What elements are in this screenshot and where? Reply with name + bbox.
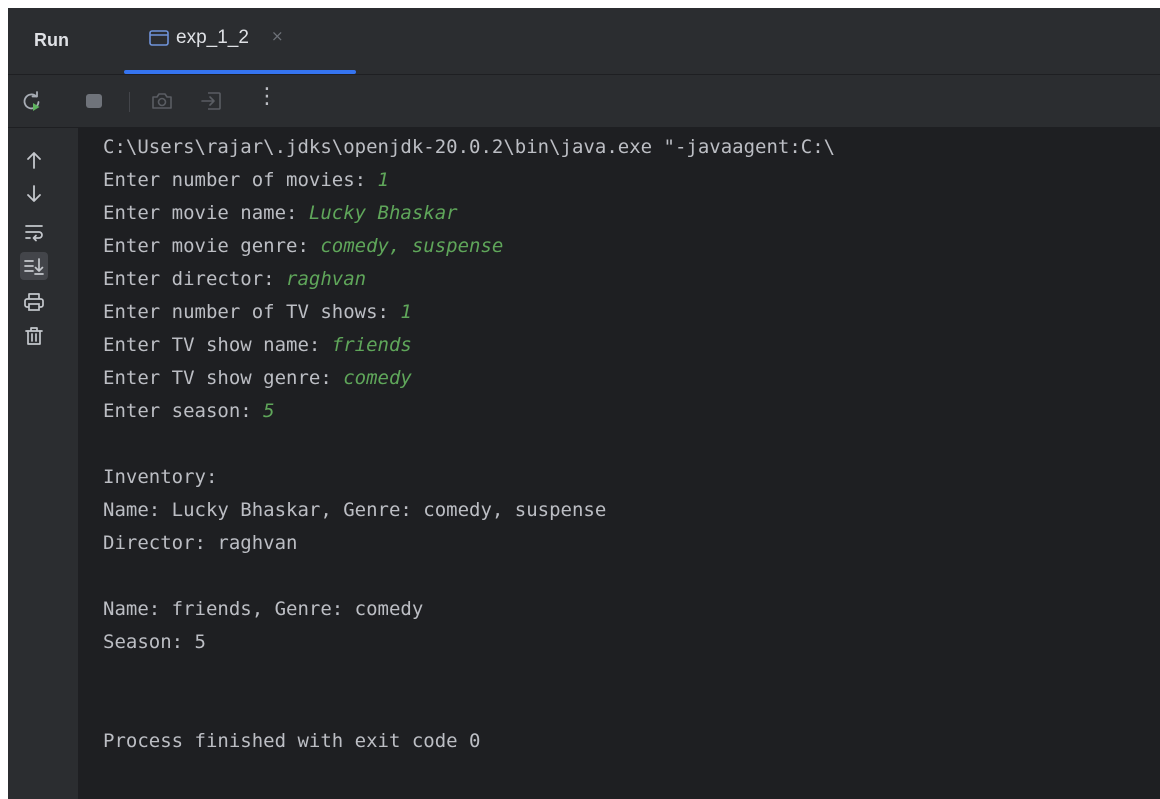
tab-label: exp_1_2 <box>176 27 249 48</box>
season-output-line: Season: 5 <box>103 631 206 653</box>
user-input-text: Lucky Bhaskar <box>308 202 458 224</box>
screenshot-icon[interactable] <box>148 87 176 115</box>
exit-status-line: Process finished with exit code 0 <box>103 730 481 752</box>
run-toolbar: ⋮ <box>8 75 1160 127</box>
console-line: Enter number of movies: 1 <box>103 164 389 197</box>
prompt-text: Enter season: <box>103 400 264 422</box>
user-input-text: 5 <box>263 400 275 422</box>
prompt-text: Enter number of movies: <box>103 169 378 191</box>
user-input-text: friends <box>331 334 412 356</box>
scroll-to-end-icon[interactable] <box>20 252 48 280</box>
active-tab-indicator <box>124 70 356 74</box>
run-tool-window-title: Run <box>34 30 69 50</box>
console-line: Enter director: raghvan <box>103 263 366 296</box>
close-icon[interactable]: × <box>271 27 284 45</box>
toolbar-divider <box>129 92 130 112</box>
user-input-text: raghvan <box>286 268 367 290</box>
console-line: Enter number of TV shows: 1 <box>103 296 412 329</box>
tv-show-output-line: Name: friends, Genre: comedy <box>103 598 424 620</box>
prompt-text: Enter number of TV shows: <box>103 301 401 323</box>
console-side-toolbar <box>8 128 78 799</box>
prompt-text: Enter TV show genre: <box>103 367 344 389</box>
print-icon[interactable] <box>20 288 48 316</box>
run-tool-window: Run exp_1_2 × ⋮ C:\Users\rajar\.jdks\ope… <box>8 8 1160 799</box>
user-input-text: comedy <box>343 367 412 389</box>
run-tab-bar: Run exp_1_2 × <box>8 8 1160 75</box>
console-output[interactable]: C:\Users\rajar\.jdks\openjdk-20.0.2\bin\… <box>78 128 1160 799</box>
tab-exp-1-2[interactable]: exp_1_2 × <box>124 8 356 74</box>
console-window-icon <box>149 30 169 46</box>
up-arrow-icon[interactable] <box>20 146 48 174</box>
user-input-text: 1 <box>377 169 389 191</box>
prompt-text: Enter movie name: <box>103 202 309 224</box>
console-line: Enter TV show genre: comedy <box>103 362 412 395</box>
prompt-text: Enter TV show name: <box>103 334 332 356</box>
restore-layout-icon[interactable] <box>198 87 226 115</box>
director-output-line: Director: raghvan <box>103 532 298 554</box>
command-line: C:\Users\rajar\.jdks\openjdk-20.0.2\bin\… <box>103 136 836 158</box>
down-arrow-icon[interactable] <box>20 180 48 208</box>
inventory-header: Inventory: <box>103 466 218 488</box>
prompt-text: Enter director: <box>103 268 287 290</box>
console-line: Enter season: 5 <box>103 395 275 428</box>
movie-output-line: Name: Lucky Bhaskar, Genre: comedy, susp… <box>103 499 607 521</box>
prompt-text: Enter movie genre: <box>103 235 321 257</box>
console-line: Enter TV show name: friends <box>103 329 412 362</box>
console-line: Enter movie name: Lucky Bhaskar <box>103 197 458 230</box>
console-line: Enter movie genre: comedy, suspense <box>103 230 503 263</box>
trash-icon[interactable] <box>20 322 48 350</box>
rerun-icon[interactable] <box>18 87 46 115</box>
more-icon[interactable]: ⋮ <box>253 83 281 111</box>
stop-icon[interactable] <box>80 87 108 115</box>
soft-wrap-icon[interactable] <box>20 218 48 246</box>
user-input-text: 1 <box>400 301 412 323</box>
user-input-text: comedy, suspense <box>320 235 504 257</box>
